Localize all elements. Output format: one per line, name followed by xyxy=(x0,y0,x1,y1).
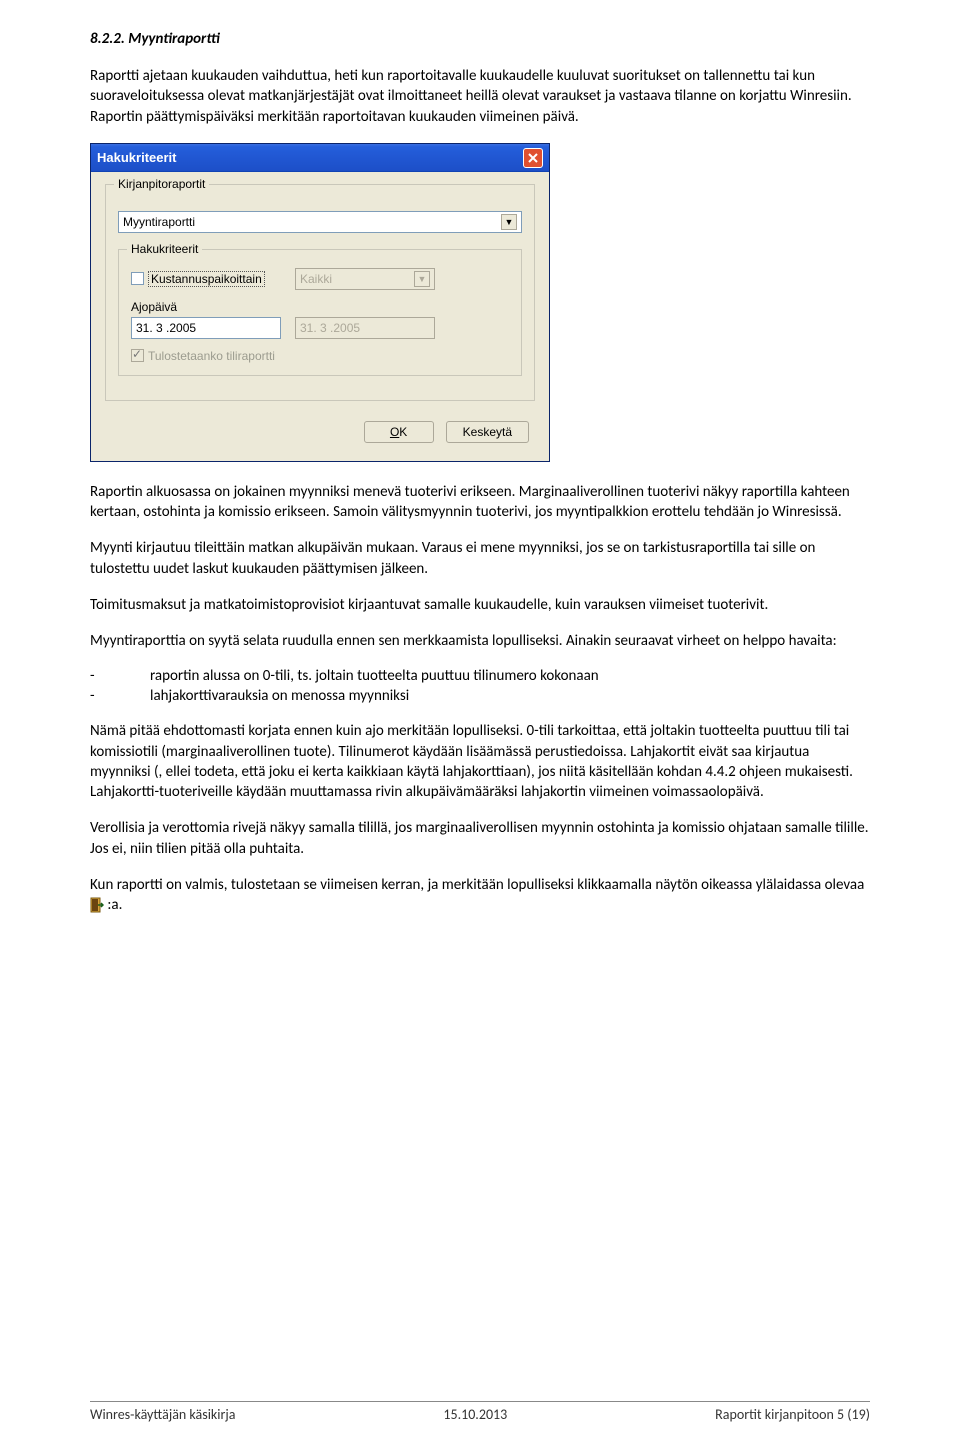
bullet-dash: - xyxy=(90,667,150,685)
kaikki-value: Kaikki xyxy=(300,272,332,286)
footer-center: 15.10.2013 xyxy=(443,1406,507,1423)
paragraph-verollisia: Verollisia ja verottomia rivejä näkyy sa… xyxy=(90,818,870,859)
kaikki-dropdown: Kaikki ▼ xyxy=(295,268,435,290)
dialog-screenshot: Hakukriteerit Kirjanpitoraportit Myyntir… xyxy=(90,143,870,462)
section-heading: 8.2.2. Myyntiraportti xyxy=(90,30,870,48)
paragraph-selaa: Myyntiraporttia on syytä selata ruudulla… xyxy=(90,631,870,651)
footer-right: Raportit kirjanpitoon 5 (19) xyxy=(715,1406,870,1423)
door-exit-icon xyxy=(90,897,104,913)
kustannuspaikoittain-label: Kustannuspaikoittain xyxy=(148,271,265,287)
chevron-down-icon: ▼ xyxy=(414,271,430,287)
inner-group-legend: Hakukriteerit xyxy=(127,242,202,256)
close-icon[interactable] xyxy=(523,148,543,168)
ajopaiva-label: Ajopäivä xyxy=(131,300,509,314)
tiliraportti-checkbox xyxy=(131,349,144,362)
valmis-text-b: :a. xyxy=(107,896,122,914)
ok-button[interactable]: OK xyxy=(364,421,434,443)
hakukriteerit-window: Hakukriteerit Kirjanpitoraportit Myyntir… xyxy=(90,143,550,462)
kustannuspaikoittain-checkbox[interactable] xyxy=(131,272,144,285)
paragraph-alkuosa: Raportin alkuosassa on jokainen myynniks… xyxy=(90,482,870,523)
valmis-text-a: Kun raportti on valmis, tulostetaan se v… xyxy=(90,876,864,894)
bullet-2-text: lahjakorttivarauksia on menossa myynniks… xyxy=(150,687,409,705)
tab-kirjanpitoraportit[interactable]: Kirjanpitoraportit xyxy=(114,177,209,191)
ok-label-rest: K xyxy=(399,425,407,439)
inner-criteria-group: Hakukriteerit Kustannuspaikoittain Kaikk… xyxy=(118,249,522,376)
tiliraportti-label: Tulostetaanko tiliraportti xyxy=(148,349,275,363)
date-from-field[interactable]: 31. 3 .2005 xyxy=(131,317,281,339)
date-to-value: 31. 3 .2005 xyxy=(300,321,360,335)
page-footer: Winres-käyttäjän käsikirja 15.10.2013 Ra… xyxy=(90,1401,870,1423)
error-list: - raportin alussa on 0-tili, ts. joltain… xyxy=(90,667,870,705)
paragraph-valmis: Kun raportti on valmis, tulostetaan se v… xyxy=(90,875,870,916)
chevron-down-icon[interactable]: ▼ xyxy=(501,214,517,230)
cancel-button[interactable]: Keskeytä xyxy=(446,421,529,443)
paragraph-toimitus: Toimitusmaksut ja matkatoimistoprovisiot… xyxy=(90,595,870,615)
list-item: - lahjakorttivarauksia on menossa myynni… xyxy=(90,687,870,705)
report-type-dropdown[interactable]: Myyntiraportti ▼ xyxy=(118,211,522,233)
bullet-1-text: raportin alussa on 0-tili, ts. joltain t… xyxy=(150,667,599,685)
intro-paragraph: Raportti ajetaan kuukauden vaihduttua, h… xyxy=(90,66,870,127)
tab-group: Kirjanpitoraportit Myyntiraportti ▼ Haku… xyxy=(105,184,535,401)
footer-left: Winres-käyttäjän käsikirja xyxy=(90,1406,235,1423)
date-to-field: 31. 3 .2005 xyxy=(295,317,435,339)
report-type-value: Myyntiraportti xyxy=(123,215,195,229)
window-title: Hakukriteerit xyxy=(97,150,176,165)
window-titlebar: Hakukriteerit xyxy=(91,144,549,172)
date-from-value: 31. 3 .2005 xyxy=(136,321,196,335)
paragraph-korjata: Nämä pitää ehdottomasti korjata ennen ku… xyxy=(90,721,870,802)
bullet-dash: - xyxy=(90,687,150,705)
list-item: - raportin alussa on 0-tili, ts. joltain… xyxy=(90,667,870,685)
paragraph-myynti: Myynti kirjautuu tileittäin matkan alkup… xyxy=(90,538,870,579)
